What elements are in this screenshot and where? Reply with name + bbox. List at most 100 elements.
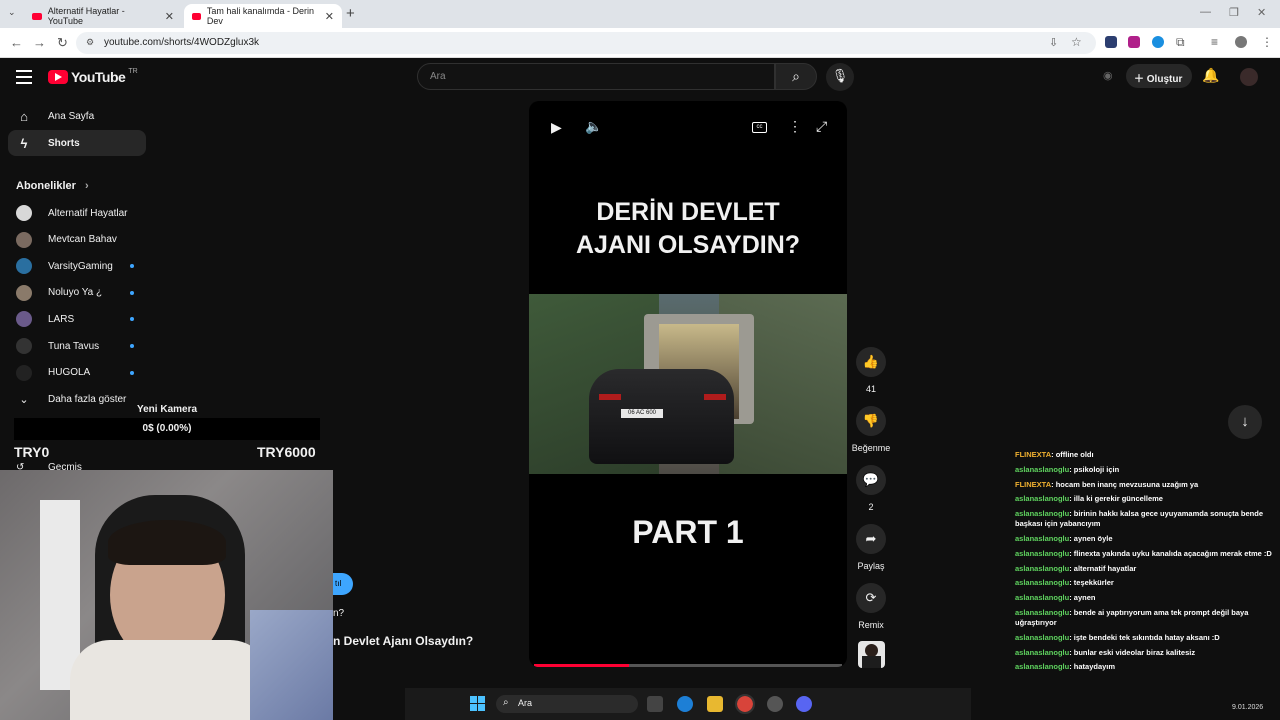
subscribe-button-partial[interactable]: tıl: [333, 573, 353, 595]
chat-username: aslanaslanoglu: [1015, 578, 1070, 588]
tab-title: Alternatif Hayatlar - YouTube: [47, 6, 125, 26]
chat-message: aslanaslanoglu: işte bendeki tek sıkıntı…: [1015, 633, 1275, 643]
webcam-feed: [0, 470, 333, 720]
remix-button[interactable]: ⟳ Remix: [851, 583, 891, 630]
dislike-label: Beğenme: [851, 443, 891, 453]
sidebar-item-shorts[interactable]: ϟ Shorts: [8, 130, 146, 156]
subscription-item[interactable]: Mevtcan Bahav: [16, 229, 146, 251]
comments-button[interactable]: 💬 2: [851, 465, 891, 512]
new-tab-icon[interactable]: +: [346, 5, 355, 22]
install-icon[interactable]: ⇩: [1049, 36, 1058, 49]
close-tab-icon[interactable]: ✕: [325, 10, 334, 23]
chrome-icon[interactable]: [735, 694, 755, 714]
home-icon: ⌂: [20, 108, 28, 124]
create-button[interactable]: ＋ Oluştur: [1126, 64, 1192, 88]
obs-icon[interactable]: [767, 696, 783, 712]
extension-icon[interactable]: [1128, 36, 1140, 48]
play-icon[interactable]: ▶: [551, 119, 562, 136]
taskbar-search[interactable]: ⌕ Ara: [496, 695, 638, 713]
chrome-menu-icon[interactable]: ⋮: [1261, 35, 1273, 49]
chat-text: : alternatif hayatlar: [1069, 563, 1137, 573]
subscription-item[interactable]: Alternatif Hayatlar: [16, 202, 146, 224]
captions-icon[interactable]: cc: [752, 122, 767, 133]
bed: [250, 610, 333, 720]
bookmark-star-icon[interactable]: ☆: [1071, 35, 1082, 49]
chat-text: : aynen: [1069, 593, 1096, 603]
goal-target-amount: TRY6000: [257, 444, 316, 460]
reload-icon[interactable]: ↻: [57, 35, 68, 51]
chat-message: FLINEXTA: hocam ben inanç mevzusuna uzağ…: [1015, 480, 1275, 490]
file-explorer-icon[interactable]: [707, 696, 723, 712]
youtube-logo[interactable]: YouTube TR: [48, 68, 138, 85]
youtube-play-icon: [48, 70, 68, 84]
account-avatar[interactable]: [1240, 68, 1258, 86]
close-tab-icon[interactable]: ✕: [165, 10, 174, 23]
camera-goal-progress: 0$ (0.00%): [14, 418, 320, 440]
subscription-name: Tuna Tavus: [48, 340, 100, 352]
share-button[interactable]: ➦ Paylaş: [851, 524, 891, 571]
notifications-bell-icon[interactable]: 🔔: [1202, 67, 1219, 84]
subscription-item[interactable]: Tuna Tavus: [16, 335, 146, 357]
minimize-icon[interactable]: —: [1200, 6, 1211, 18]
background-title-fragment: n Devlet Ajanı Olsaydın?: [333, 634, 474, 648]
forward-icon[interactable]: →: [33, 35, 46, 50]
edge-browser-icon[interactable]: [677, 696, 693, 712]
volume-icon[interactable]: 🔈: [585, 118, 602, 135]
discord-icon[interactable]: [796, 696, 812, 712]
comment-icon: 💬: [856, 465, 886, 495]
extension-icon[interactable]: [1105, 36, 1117, 48]
chat-message: aslanaslanoglu: bende ai yaptırıyorum am…: [1015, 608, 1275, 628]
tab-alternatif-hayatlar[interactable]: Alternatif Hayatlar - YouTube ✕: [24, 4, 182, 28]
chat-username: aslanaslanoglu: [1015, 632, 1070, 642]
subscription-item[interactable]: VarsityGaming: [16, 255, 146, 277]
subscriptions-heading[interactable]: Abonelikler ›: [16, 180, 89, 192]
windows-start-icon[interactable]: [470, 696, 485, 711]
arrow-down-icon: ↓: [1241, 413, 1249, 430]
search-icon: ⌕: [792, 68, 800, 84]
like-button[interactable]: 👍 41: [851, 347, 891, 394]
thumbs-up-icon: 👍: [856, 347, 886, 377]
tab-search-icon[interactable]: ⌄: [8, 7, 16, 18]
maximize-icon[interactable]: ❐: [1229, 6, 1239, 19]
back-icon[interactable]: ←: [10, 35, 23, 50]
subscription-name: VarsityGaming: [48, 260, 113, 272]
chat-text: : aynen öyle: [1069, 533, 1113, 543]
task-view-icon[interactable]: [647, 696, 663, 712]
hamburger-menu-icon[interactable]: [16, 70, 32, 88]
video-title-line1: DERİN DEVLET: [596, 198, 780, 226]
subscription-item[interactable]: Noluyo Ya ¿: [16, 282, 146, 304]
video-progress-bar[interactable]: [534, 664, 842, 667]
tab-active-short[interactable]: Tam hali kanalımda - Derin Dev ✕: [184, 4, 342, 28]
dislike-button[interactable]: 👎 Beğenme: [846, 406, 896, 453]
extension-icon[interactable]: [1152, 36, 1164, 48]
site-info-icon[interactable]: ⚙: [86, 37, 94, 48]
url-field[interactable]: ⚙ youtube.com/shorts/4WODZglux3k: [76, 32, 1096, 54]
subscription-name: LARS: [48, 313, 75, 325]
reading-list-icon[interactable]: ≡: [1211, 35, 1218, 49]
sidebar-item-home[interactable]: ⌂ Ana Sayfa: [8, 103, 146, 129]
chat-username: aslanaslanoglu: [1015, 548, 1070, 558]
chat-text: : illa ki gerekir güncelleme: [1069, 494, 1163, 504]
more-options-icon[interactable]: ⋮: [788, 118, 802, 135]
close-window-icon[interactable]: ✕: [1257, 6, 1266, 19]
cast-icon[interactable]: ◉: [1103, 69, 1113, 82]
extensions-puzzle-icon[interactable]: ⧉: [1176, 35, 1185, 50]
channel-avatar[interactable]: [858, 641, 885, 668]
shorts-player[interactable]: ▶ 🔈 cc ⋮ ⤢ DERİN DEVLET AJANI OLSAYDIN? …: [529, 101, 847, 667]
search-button[interactable]: ⌕: [775, 63, 817, 90]
chat-username: FLINEXTA: [1015, 479, 1052, 489]
url-text: youtube.com/shorts/4WODZglux3k: [104, 37, 260, 48]
subscription-item[interactable]: HUGOLA: [16, 362, 146, 384]
new-content-dot: [130, 370, 134, 375]
profile-avatar[interactable]: [1235, 36, 1247, 48]
chevron-right-icon: ›: [84, 180, 89, 192]
chat-username: aslanaslanoglu: [1015, 593, 1070, 603]
subscription-item[interactable]: LARS: [16, 308, 146, 330]
chat-username: aslanaslanoglu: [1015, 464, 1070, 474]
remix-icon: ⟳: [856, 583, 886, 613]
voice-search-button[interactable]: 🎙: [826, 63, 854, 91]
show-more-button[interactable]: ⌄ Daha fazla göster: [16, 388, 146, 410]
next-video-button[interactable]: ↓: [1228, 405, 1262, 439]
fullscreen-icon[interactable]: ⤢: [816, 118, 827, 135]
search-input[interactable]: Ara: [417, 63, 775, 90]
